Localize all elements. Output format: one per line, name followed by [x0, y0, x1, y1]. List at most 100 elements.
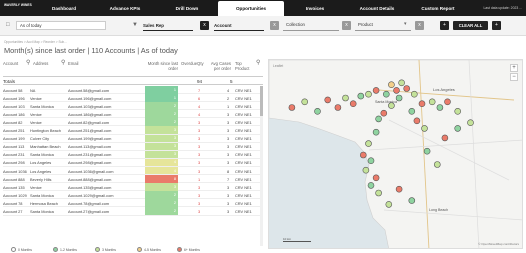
- map-marker[interactable]: [360, 151, 367, 159]
- map-marker[interactable]: [408, 107, 416, 115]
- map-marker[interactable]: [349, 100, 357, 108]
- map-attribution[interactable]: © OpenStreetMap contributors: [478, 242, 519, 246]
- map-marker[interactable]: [403, 85, 410, 92]
- map-marker[interactable]: [411, 90, 418, 98]
- sales-rep-label[interactable]: Sales Rep: [143, 21, 164, 30]
- table-scrollbar[interactable]: [260, 86, 263, 246]
- table-row[interactable]: Account 78 Hermosa Beach Account.78@gmail.…: [3, 199, 263, 208]
- collection-clear-button[interactable]: x: [342, 21, 351, 30]
- map-marker[interactable]: [334, 104, 342, 111]
- map-marker[interactable]: [413, 117, 421, 125]
- table-row[interactable]: Account 1036 Los Angeles Account.1036@gmai…: [3, 166, 263, 176]
- tab-custom-report[interactable]: Custom Report: [408, 0, 468, 16]
- tab-opportunities[interactable]: Opportunities: [218, 1, 284, 16]
- tab-drill-down[interactable]: Drill Down: [156, 0, 218, 16]
- zoom-out-button[interactable]: −: [510, 73, 518, 81]
- map-marker[interactable]: [434, 161, 441, 168]
- map-marker[interactable]: [365, 140, 372, 147]
- map-marker[interactable]: [436, 104, 444, 111]
- table-row[interactable]: Account 135 Venice Account.135@gmail.com 3 3…: [3, 183, 263, 192]
- col-address[interactable]: Address: [33, 61, 48, 67]
- col-email[interactable]: Email: [68, 61, 78, 67]
- map-marker[interactable]: [398, 79, 405, 87]
- cell-email: Account.1029@gmail.com: [68, 192, 114, 198]
- map-marker[interactable]: [342, 94, 349, 102]
- search-icon[interactable]: ⚲: [256, 60, 260, 66]
- map-marker[interactable]: [357, 92, 365, 100]
- product-clear-button[interactable]: x: [415, 21, 424, 30]
- map-marker[interactable]: [423, 147, 431, 155]
- col-account[interactable]: Account: [3, 61, 18, 67]
- tab-advance-kpis[interactable]: Advance KPIs: [94, 0, 156, 16]
- table-row[interactable]: Account 113 Manhattan Beach Account.113@gm…: [3, 142, 263, 151]
- sales-rep-clear-button[interactable]: x: [200, 21, 209, 30]
- col-overdue[interactable]: OverdueQty: [181, 61, 204, 67]
- map-marker[interactable]: [421, 125, 428, 132]
- map-marker[interactable]: [372, 128, 380, 136]
- chevron-down-icon[interactable]: ▾: [404, 21, 407, 27]
- tab-dashboard[interactable]: Dashboard: [34, 0, 94, 16]
- table-row[interactable]: Account 298 Los Angeles Account.298@gmail.…: [3, 158, 263, 167]
- map-marker[interactable]: [324, 96, 332, 104]
- cell-avg-cases: 3: [227, 152, 230, 158]
- map-marker[interactable]: [362, 166, 370, 174]
- account-clear-button[interactable]: x: [270, 21, 279, 30]
- date-filter-field[interactable]: As of today: [16, 21, 106, 30]
- col-avg-cases[interactable]: Avg Cases per order: [207, 61, 231, 71]
- map-marker[interactable]: [454, 107, 461, 115]
- map-marker[interactable]: [372, 174, 380, 182]
- clear-all-button[interactable]: CLEAR ALL: [453, 21, 488, 30]
- map-marker[interactable]: [454, 125, 461, 132]
- scroll-thumb[interactable]: [260, 86, 263, 116]
- map-marker[interactable]: [428, 98, 436, 106]
- map-marker[interactable]: [393, 87, 400, 94]
- search-icon[interactable]: ⚲: [61, 60, 65, 66]
- table-row[interactable]: Account 82 Venice Account.82@gmail.com 2 3 3 C…: [3, 118, 263, 127]
- add-filter-button[interactable]: +: [440, 21, 449, 30]
- map-marker[interactable]: [314, 107, 321, 115]
- cell-avg-cases: 3: [227, 119, 230, 125]
- table-row[interactable]: Account 251 Huntington Beach Account.251@g…: [3, 126, 263, 135]
- map-marker[interactable]: [375, 115, 382, 123]
- expand-button[interactable]: +: [492, 21, 501, 30]
- table-row[interactable]: Account 199 Culver City Account.199@gmail.…: [3, 134, 263, 143]
- map-marker[interactable]: [367, 157, 375, 164]
- account-label[interactable]: Account: [214, 21, 232, 30]
- map-marker[interactable]: [467, 119, 474, 127]
- map-marker[interactable]: [444, 98, 451, 106]
- col-top-product[interactable]: Top Product: [235, 61, 251, 71]
- table-row[interactable]: Account 58 NA Account.58@gmail.com 1 7 4 CRV N…: [3, 86, 263, 95]
- accounts-map[interactable]: Leaflet Los Angeles Santa Monica Long Be…: [268, 59, 523, 249]
- map-marker[interactable]: [365, 90, 372, 98]
- table-row[interactable]: Account 196 Venice Account.196@gmail.com 1 6…: [3, 94, 263, 103]
- table-row[interactable]: Account 186 Venice Account.186@gmail.com 2 4…: [3, 110, 263, 119]
- map-marker[interactable]: [380, 109, 388, 117]
- map-marker[interactable]: [395, 94, 403, 102]
- map-marker[interactable]: [301, 98, 309, 106]
- cell-months-heat: 4: [145, 158, 178, 167]
- cell-account: Account 888: [3, 176, 25, 182]
- tab-account-details[interactable]: Account Details: [346, 0, 408, 16]
- collection-field[interactable]: Collection: [283, 21, 341, 30]
- map-marker[interactable]: [385, 201, 393, 208]
- map-marker[interactable]: [418, 100, 426, 108]
- table-row[interactable]: Account 27 Santa Monica Account.27@gmail.c…: [3, 207, 263, 216]
- table-row[interactable]: Account 103 Santa Monica Account.103@gmail…: [3, 102, 263, 111]
- map-marker[interactable]: [288, 104, 296, 111]
- cell-account: Account 186: [3, 111, 25, 117]
- map-marker[interactable]: [367, 182, 375, 189]
- col-months[interactable]: Month since last order: [146, 61, 178, 71]
- map-marker[interactable]: [395, 185, 403, 193]
- table-row[interactable]: Account 231 Santa Monica Account.231@gmail…: [3, 150, 263, 159]
- table-row[interactable]: Account 888 Beverly Hills Account.888@gmai…: [3, 175, 263, 184]
- zoom-in-button[interactable]: +: [510, 64, 518, 72]
- map-marker[interactable]: [383, 90, 390, 98]
- tab-invoices[interactable]: Invoices: [284, 0, 346, 16]
- map-marker[interactable]: [408, 197, 416, 204]
- table-row[interactable]: Account 1029 Santa Monica Account.1029@gma…: [3, 191, 263, 200]
- map-marker[interactable]: [388, 81, 395, 89]
- map-marker[interactable]: [372, 87, 380, 94]
- search-icon[interactable]: ⚲: [26, 60, 30, 66]
- map-marker[interactable]: [375, 189, 382, 197]
- map-marker[interactable]: [441, 134, 449, 142]
